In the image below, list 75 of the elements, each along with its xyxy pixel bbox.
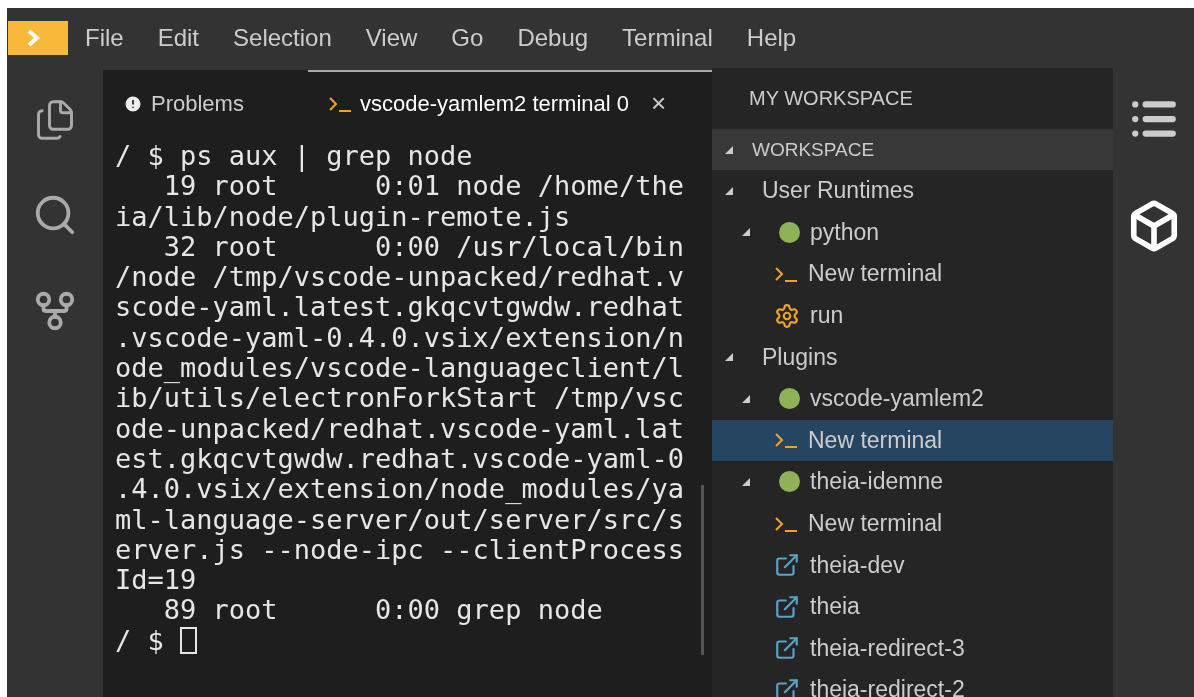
- tree-item[interactable]: theia-redirect-3: [712, 627, 1113, 670]
- terminal-line: /node /tmp/vscode-unpacked/redhat.v: [115, 262, 685, 293]
- tree-item-label: New terminal: [808, 260, 943, 288]
- terminal-prompt: / $: [115, 625, 712, 657]
- tree-item[interactable]: Plugins: [712, 336, 1113, 378]
- status-dot-icon: [779, 388, 800, 410]
- tree-item-label: theia-idemne: [810, 468, 943, 496]
- tree-item-label: theia-redirect-3: [810, 634, 965, 662]
- tree-item-label: vscode-yamlem2: [810, 385, 984, 413]
- tab-label: Problems: [151, 90, 244, 117]
- tree-item[interactable]: New terminal: [712, 502, 1113, 545]
- menu-item[interactable]: Go: [434, 24, 501, 52]
- terminal-line: ml-language-server/out/server/src/s: [115, 504, 685, 535]
- expand-triangle-icon[interactable]: [724, 352, 734, 363]
- external-link-icon: [774, 676, 800, 697]
- terminal-line: ode-unpacked/redhat.vscode-yaml.lat: [115, 413, 685, 444]
- tree-item-label: theia: [810, 593, 860, 621]
- menu-item[interactable]: Help: [729, 24, 814, 52]
- expand-triangle-icon[interactable]: [724, 185, 734, 196]
- panel-tab[interactable]: Problems: [103, 70, 308, 135]
- tree-item[interactable]: theia-redirect-2: [712, 669, 1113, 697]
- expand-triangle-icon: [724, 144, 734, 155]
- scrollbar[interactable]: [701, 485, 704, 655]
- terminal-line: 19 root 0:01 node /home/the: [162, 171, 685, 202]
- terminal-prompt-icon: [774, 264, 798, 284]
- expand-triangle-icon[interactable]: [741, 227, 751, 238]
- tree-item[interactable]: theia: [712, 585, 1113, 628]
- tree-item[interactable]: vscode-yamlem2: [712, 377, 1113, 420]
- menu-item[interactable]: File: [68, 24, 141, 52]
- tree-item[interactable]: New terminal: [712, 419, 1113, 462]
- terminal-line: est.gkqcvtgwdw.redhat.vscode-yaml-0: [115, 443, 685, 475]
- tree-item[interactable]: User Runtimes: [712, 170, 1113, 212]
- close-button[interactable]: ×: [651, 88, 667, 119]
- terminal-cursor: [180, 626, 198, 654]
- tree-item[interactable]: python: [712, 211, 1113, 254]
- terminal-line: .vscode-yaml-0.4.0.vsix/extension/n: [115, 322, 685, 354]
- tree-item[interactable]: New terminal: [712, 253, 1113, 295]
- tree-item-label: python: [810, 218, 880, 246]
- tree-item-label: theia-redirect-2: [810, 676, 965, 697]
- tree-item[interactable]: theia-dev: [712, 544, 1113, 586]
- status-dot-icon: [779, 471, 800, 493]
- tree-item[interactable]: theia-idemne: [712, 461, 1113, 503]
- menu-item[interactable]: Selection: [216, 24, 349, 52]
- menu-item[interactable]: View: [348, 24, 435, 52]
- tab-label: vscode-yamlem2 terminal 0: [360, 90, 629, 117]
- panel-title: MY WORKSPACE: [748, 86, 914, 111]
- tree-item[interactable]: run: [712, 294, 1113, 337]
- tree-item-label: New terminal: [808, 426, 943, 454]
- tree-item-label: User Runtimes: [762, 177, 915, 205]
- tree-item-label: Plugins: [762, 343, 838, 371]
- terminal-line: ode_modules/vscode-languageclient/l: [115, 353, 685, 384]
- terminal-prompt-icon: [774, 430, 798, 451]
- tree-item-label: New terminal: [808, 510, 943, 538]
- tree-item-label: run: [810, 302, 844, 330]
- terminal-line: ia/lib/node/plugin-remote.js: [115, 201, 572, 232]
- alert-icon: [123, 93, 143, 114]
- terminal-line: scode-yaml.latest.gkqcvtgwdw.redhat: [115, 292, 685, 323]
- terminal-line: erver.js --node-ipc --clientProcess: [115, 534, 685, 566]
- terminal-line: ib/utils/electronForkStart /tmp/vsc: [115, 383, 685, 414]
- terminal-line: .4.0.vsix/extension/node_modules/ya: [115, 474, 685, 505]
- section-header[interactable]: WORKSPACE: [712, 129, 1113, 170]
- external-link-icon: [774, 635, 800, 662]
- terminal-line: Id=19: [115, 565, 197, 596]
- terminal-line: / $ ps aux | grep node: [115, 141, 474, 172]
- menu-item[interactable]: Debug: [500, 24, 606, 52]
- terminal-line: 89 root 0:00 grep node: [162, 595, 604, 626]
- menu-item[interactable]: Edit: [140, 24, 217, 52]
- menu-item[interactable]: Terminal: [605, 24, 730, 52]
- tree-item-label: theia-dev: [810, 551, 905, 579]
- external-link-icon: [774, 593, 800, 620]
- terminal-line: 32 root 0:00 /usr/local/bin: [163, 231, 685, 263]
- external-link-icon: [774, 552, 800, 579]
- status-dot-icon: [779, 221, 800, 243]
- expand-triangle-icon[interactable]: [741, 476, 751, 487]
- expand-triangle-icon[interactable]: [741, 393, 751, 404]
